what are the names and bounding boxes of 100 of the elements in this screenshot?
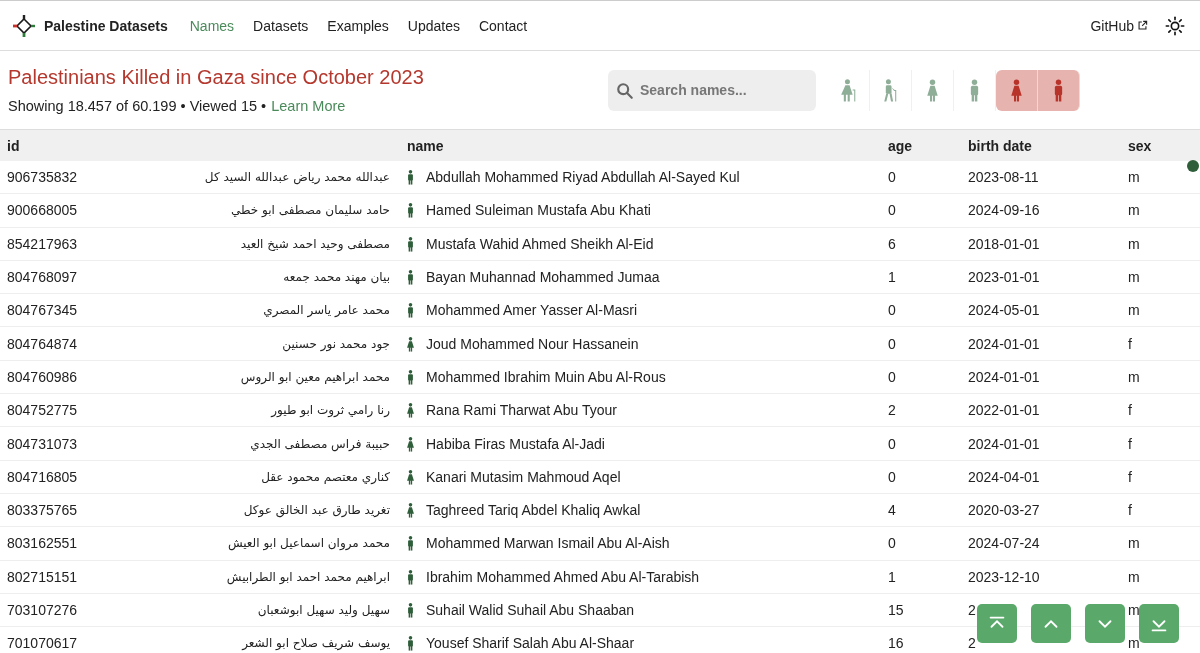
table-cell: 2023-12-10 <box>968 568 1040 585</box>
column-header[interactable]: sex <box>1121 137 1200 154</box>
table-cell: 2024-04-01 <box>968 468 1040 485</box>
table-cell: 2024-05-01 <box>968 302 1040 319</box>
table-cell: m <box>1128 535 1140 552</box>
nav-link[interactable]: Contact <box>478 17 528 34</box>
table-cell: سهيل وليد سهيل ابوشعبان <box>257 603 390 617</box>
figure-icon <box>882 78 899 102</box>
table-cell: m <box>1128 169 1140 186</box>
logo-icon <box>12 13 36 38</box>
site-title[interactable]: Palestine Datasets <box>44 17 168 34</box>
table-cell: f <box>1128 468 1132 485</box>
male-figure-icon <box>405 268 416 287</box>
column-header[interactable]: name <box>400 137 881 154</box>
male-figure-icon <box>405 201 416 220</box>
table-cell: 703107276 <box>7 602 78 618</box>
table-cell: 804716805 <box>7 468 78 485</box>
nav-link[interactable]: Updates <box>407 17 460 34</box>
table-cell: 2 <box>968 602 976 618</box>
table-cell: Bayan Muhannad Mohammed Jumaa <box>426 269 660 286</box>
female-figure-icon <box>405 501 416 520</box>
table-cell: كناري معتصم محمود عقل <box>261 469 390 484</box>
column-header[interactable]: birth date <box>961 137 1121 154</box>
table-cell: Abdullah Mohammed Riyad Abdullah Al-Sayed Kul <box>426 169 740 186</box>
table-cell: Mustafa Wahid Ahmed Sheikh Al-Eid <box>426 235 654 252</box>
learn-more-link[interactable]: Learn More <box>271 98 346 114</box>
nav-link[interactable]: Names <box>189 17 235 34</box>
female-figure-icon <box>405 334 416 353</box>
table-cell: حامد سليمان مصطفى ابو خطي <box>231 203 390 218</box>
table-cell: 2018-01-01 <box>968 235 1040 252</box>
scroll-down-button[interactable] <box>1085 604 1125 643</box>
table-cell: حبيبة فراس مصطفى الجدي <box>250 436 390 451</box>
table-cell: رنا رامي ثروت ابو طيور <box>271 403 390 418</box>
github-link[interactable]: GitHub <box>1090 17 1148 34</box>
table-cell: 2024-09-16 <box>968 202 1040 219</box>
table-cell: تغريد طارق عبد الخالق عوكل <box>243 503 390 518</box>
table-cell: 0 <box>888 468 896 485</box>
table-cell: محمد عامر ياسر المصري <box>263 303 390 318</box>
table-cell: 2024-07-24 <box>968 535 1040 552</box>
table-cell: 0 <box>888 535 896 552</box>
table-cell: m <box>1128 302 1140 319</box>
figure-icon <box>1008 78 1025 102</box>
table-cell: Mohammed Ibrahim Muin Abu Al-Rous <box>426 368 666 385</box>
table-cell: 1 <box>888 269 896 286</box>
table-cell: Taghreed Tariq Abdel Khaliq Awkal <box>426 502 641 519</box>
table-cell: Kanari Mutasim Mahmoud Aqel <box>426 468 621 485</box>
table-cell: 16 <box>888 635 904 652</box>
scroll-to-bottom-button[interactable] <box>1139 604 1179 643</box>
table-cell: عبدالله محمد رياض عبدالله السيد كل <box>204 170 390 185</box>
table-cell: 2 <box>888 402 896 419</box>
male-figure-icon <box>405 601 416 619</box>
table-cell: 2023-01-01 <box>968 269 1040 286</box>
column-header[interactable]: age <box>881 137 961 154</box>
filter-button[interactable] <box>996 69 1038 111</box>
table-cell: f <box>1128 502 1132 519</box>
table-cell: Ibrahim Mohammed Ahmed Abu Al-Tarabish <box>426 568 700 585</box>
theme-toggle-icon[interactable] <box>1164 14 1186 37</box>
scroll-to-top-button[interactable] <box>977 604 1017 643</box>
nav-link[interactable]: Datasets <box>253 17 309 34</box>
table-cell: 701070617 <box>7 635 78 652</box>
table-cell: 1 <box>888 568 896 585</box>
table-cell: 4 <box>888 502 896 519</box>
search-field[interactable]: Search names... <box>608 69 816 111</box>
table-cell: 804731073 <box>7 435 78 452</box>
male-figure-icon <box>405 234 416 253</box>
table-cell: 0 <box>888 169 896 186</box>
table-cell: 2024-01-01 <box>968 368 1040 385</box>
female-figure-icon <box>405 434 416 453</box>
table-cell: m <box>1128 202 1140 219</box>
table-cell: Mohammed Amer Yasser Al-Masri <box>426 302 638 319</box>
table-cell: 802715151 <box>7 568 78 585</box>
figure-icon <box>924 78 941 102</box>
nav-link[interactable]: Examples <box>327 17 389 34</box>
external-link-icon <box>1137 20 1148 31</box>
column-header[interactable]: id <box>0 137 400 154</box>
female-figure-icon <box>405 401 416 420</box>
table-cell: 900668005 <box>7 202 78 219</box>
table-cell: f <box>1128 435 1132 452</box>
table-cell: محمد ابراهيم معين ابو الروس <box>240 369 390 384</box>
table-cell: Hamed Suleiman Mustafa Abu Khati <box>426 202 651 219</box>
table-cell: m <box>1128 235 1140 252</box>
table-cell: 2020-03-27 <box>968 502 1040 519</box>
table-cell: 804767345 <box>7 302 78 319</box>
scroll-up-button[interactable] <box>1031 604 1071 643</box>
page-title: Palestinians Killed in Gaza since October 2023 <box>8 66 425 89</box>
table-cell: مصطفى وحيد احمد شيخ العيد <box>240 236 390 251</box>
table-cell: Mohammed Marwan Ismail Abu Al-Aish <box>426 535 670 552</box>
table-cell: m <box>1128 269 1140 286</box>
table-cell: 0 <box>888 368 896 385</box>
table-cell: 0 <box>888 335 896 352</box>
table-cell: 2 <box>968 635 976 652</box>
table-cell: 2024-01-01 <box>968 435 1040 452</box>
table-cell: محمد مروان اسماعيل ابو العيش <box>227 536 390 551</box>
filter-button[interactable] <box>1038 69 1080 111</box>
table-cell: جود محمد نور حسنين <box>282 336 390 351</box>
table-cell: ابراهيم محمد احمد ابو الطرابيش <box>226 569 390 584</box>
table-cell: f <box>1128 335 1132 352</box>
table-cell: 6 <box>888 235 896 252</box>
table-cell: 803375765 <box>7 502 78 519</box>
table-cell: 804768097 <box>7 269 78 286</box>
